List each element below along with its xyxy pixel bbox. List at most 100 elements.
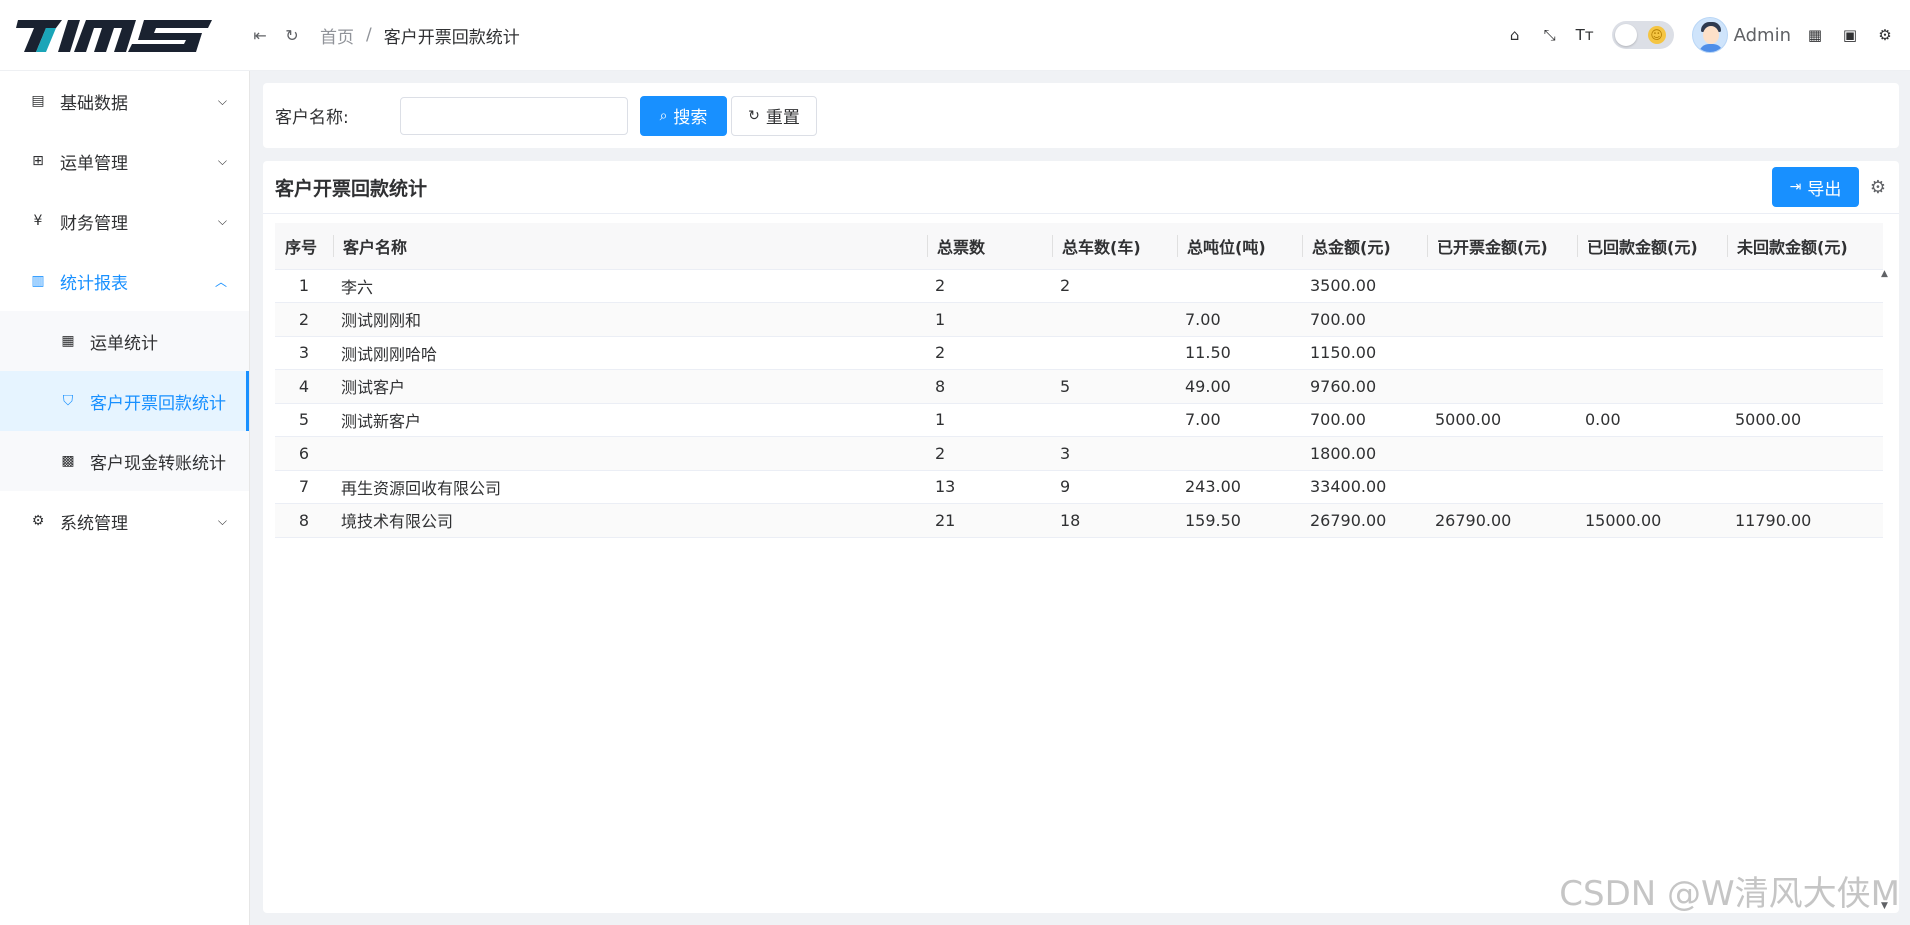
reports-submenu: ▦ 运单统计 ⛉ 客户开票回款统计 ▩ 客户现金转账统计 [0, 311, 249, 491]
menu-fold-icon[interactable]: ⇤ [250, 25, 270, 45]
table-cell: 11.50 [1177, 336, 1302, 370]
table-cell: 21 [927, 503, 1052, 538]
sidebar-subitem-cash-transfer-stats[interactable]: ▩ 客户现金转账统计 [0, 431, 249, 491]
table-cell: 3 [275, 336, 333, 370]
stats-table-wrap: 序号 客户名称 总票数 总车数(车) 总吨位(吨) 总金额(元) 已开票金额(元… [275, 223, 1883, 538]
table-cell: 3500.00 [1302, 269, 1427, 303]
breadcrumb-home[interactable]: 首页 [320, 23, 354, 48]
table-cell [1727, 470, 1883, 504]
column-header[interactable]: 总车数(车) [1052, 223, 1177, 270]
export-icon: ⇥ [1789, 179, 1802, 195]
search-button-label: 搜索 [673, 108, 708, 128]
table-row[interactable]: 2 测试刚刚和 1 7.00 700.00 [275, 302, 1883, 337]
export-button[interactable]: ⇥ 导出 [1772, 167, 1859, 207]
window-icon[interactable]: ▣ [1839, 24, 1861, 46]
table-cell: 6 [275, 436, 333, 471]
avatar[interactable] [1691, 17, 1728, 53]
toggle-knob [1614, 24, 1637, 46]
layout-icon[interactable]: ▦ [1804, 24, 1826, 46]
refresh-icon[interactable]: ↻ [282, 25, 302, 45]
app-logo[interactable] [0, 0, 250, 71]
column-header[interactable]: 总吨位(吨) [1177, 223, 1302, 270]
sidebar-subitem-invoice-payment-stats[interactable]: ⛉ 客户开票回款统计 [0, 371, 249, 431]
table-cell: 1 [275, 269, 333, 303]
table-cell: 700.00 [1302, 403, 1427, 437]
column-settings-icon[interactable]: ⚙ [1867, 176, 1889, 198]
table-cell: 1 [927, 403, 1052, 437]
sidebar-subitem-waybill-stats[interactable]: ▦ 运单统计 [0, 311, 249, 371]
watermark: CSDN @W清风大侠M [1559, 874, 1900, 914]
yen-icon: ¥ [33, 213, 43, 229]
stats-card: 客户开票回款统计 ⇥ 导出 ⚙ 序号 客户名称 总票数 总车数(车) 总吨位(吨… [263, 161, 1899, 913]
table-row[interactable]: 4 测试客户 8 5 49.00 9760.00 [275, 369, 1883, 404]
table-cell [1727, 369, 1883, 404]
sidebar-item-label: 系统管理 [60, 513, 128, 534]
user-name[interactable]: Admin [1734, 25, 1791, 46]
table-cell [1577, 302, 1727, 337]
table-cell: 境技术有限公司 [333, 503, 927, 538]
sidebar-subitem-label: 客户现金转账统计 [90, 453, 226, 474]
table-row[interactable]: 8 境技术有限公司 21 18 159.50 26790.00 26790.00 15000.… [275, 503, 1883, 538]
table-cell: 4 [275, 369, 333, 404]
sidebar-subitem-label: 运单统计 [90, 333, 158, 354]
column-header[interactable]: 总票数 [927, 223, 1052, 270]
table-cell [1727, 336, 1883, 370]
sidebar-item-finance[interactable]: ¥ 财务管理 ⌵ [0, 191, 249, 251]
theme-toggle[interactable]: ☺ [1611, 21, 1674, 49]
table-cell: 再生资源回收有限公司 [333, 470, 927, 504]
document-icon: ▤ [31, 93, 45, 109]
table-cell [333, 436, 927, 471]
top-header: ⇤ ↻ 首页 / 客户开票回款统计 ⌂ ⤡ Tт ☺ Admin ▦ ▣ ⚙ [0, 0, 1910, 71]
home-icon[interactable]: ⌂ [1504, 24, 1526, 46]
table-cell: 18 [1052, 503, 1177, 538]
reset-button[interactable]: ↻ 重置 [731, 95, 817, 136]
font-size-icon[interactable]: Tт [1574, 24, 1596, 46]
table-cell: 26790.00 [1302, 503, 1427, 538]
column-header[interactable]: 已开票金额(元) [1427, 223, 1577, 270]
sidebar-item-reports[interactable]: ▥ 统计报表 ︿ [0, 251, 249, 311]
scroll-up-arrow-icon[interactable]: ▲ [1881, 269, 1891, 279]
table-cell [1427, 436, 1577, 471]
gear-icon: ⚙ [31, 513, 45, 529]
table-row[interactable]: 3 测试刚刚哈哈 2 11.50 1150.00 [275, 336, 1883, 370]
table-row[interactable]: 7 再生资源回收有限公司 13 9 243.00 33400.00 [275, 470, 1883, 504]
sidebar-item-system[interactable]: ⚙ 系统管理 ⌵ [0, 491, 249, 551]
table-cell: 2 [1052, 269, 1177, 303]
search-panel: 客户名称: ⌕ 搜索 ↻ 重置 [263, 83, 1899, 148]
table-cell [1427, 269, 1577, 303]
table-cell: 5000.00 [1727, 403, 1883, 437]
table-row[interactable]: 1 李六 2 2 3500.00 [275, 269, 1883, 303]
column-header[interactable]: 已回款金额(元) [1577, 223, 1727, 270]
table-cell: 243.00 [1177, 470, 1302, 504]
search-button[interactable]: ⌕ 搜索 [640, 95, 727, 136]
calculator-icon: ▩ [61, 453, 75, 469]
table-row[interactable]: 5 测试新客户 1 7.00 700.00 5000.00 0.00 5000.00 [275, 403, 1883, 437]
sidebar-item-waybill[interactable]: ⊞ 运单管理 ⌵ [0, 131, 249, 191]
table-cell: 9 [1052, 470, 1177, 504]
table-cell: 2 [275, 302, 333, 337]
table-cell [1427, 336, 1577, 370]
table-cell [1177, 436, 1302, 471]
card-title: 客户开票回款统计 [275, 177, 428, 200]
table-row[interactable]: 6 2 3 1800.00 [275, 436, 1883, 471]
column-header[interactable]: 未回款金额(元) [1727, 223, 1883, 270]
table-cell: 测试客户 [333, 369, 927, 404]
column-header[interactable]: 序号 [275, 223, 333, 270]
column-header[interactable]: 客户名称 [333, 223, 927, 270]
card-header: 客户开票回款统计 ⇥ 导出 ⚙ [263, 161, 1899, 214]
table-cell [1727, 436, 1883, 471]
search-icon: ⌕ [659, 107, 668, 124]
sidebar-item-basic-data[interactable]: ▤ 基础数据 ⌵ [0, 71, 249, 131]
customer-name-input[interactable] [400, 96, 628, 135]
table-cell: 13 [927, 470, 1052, 504]
export-button-label: 导出 [1807, 179, 1842, 200]
table-cell [1052, 403, 1177, 437]
table-cell: 49.00 [1177, 369, 1302, 404]
table-cell: 7.00 [1177, 403, 1302, 437]
table-cell: 9760.00 [1302, 369, 1427, 404]
settings-icon[interactable]: ⚙ [1874, 24, 1896, 46]
column-header[interactable]: 总金额(元) [1302, 223, 1427, 270]
table-cell [1727, 302, 1883, 337]
sidebar-item-label: 运单管理 [60, 153, 128, 174]
fullscreen-icon[interactable]: ⤡ [1539, 24, 1561, 46]
